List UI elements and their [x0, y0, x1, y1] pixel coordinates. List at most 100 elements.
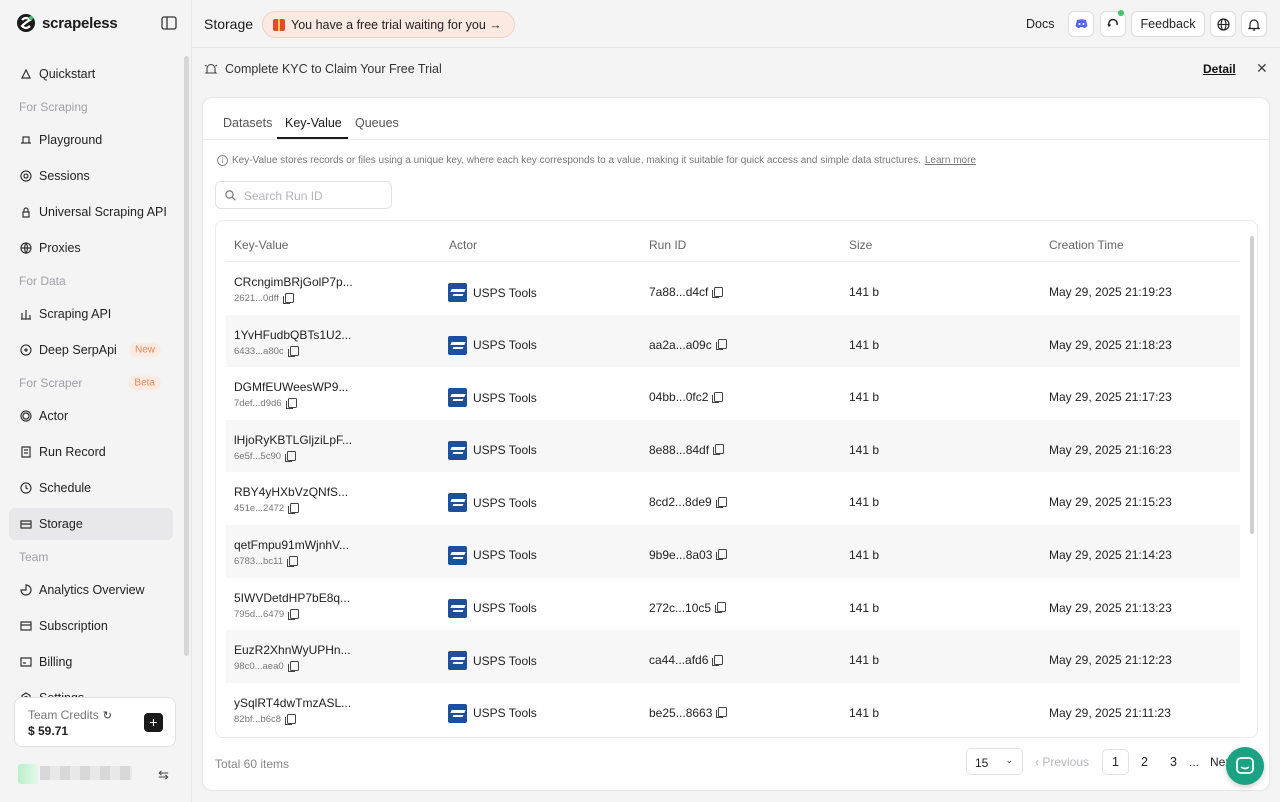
sidebar-item-run-record[interactable]: Run Record	[9, 436, 173, 468]
close-icon[interactable]: ✕	[1256, 60, 1268, 77]
sidebar-item-deep-serpapi[interactable]: Deep SerpApi New	[9, 334, 173, 366]
copy-icon[interactable]	[715, 339, 727, 351]
key-value-id: 2621...0dff	[234, 293, 294, 304]
switch-team-icon[interactable]: ⇆	[158, 767, 169, 783]
notifications-button[interactable]	[1241, 11, 1267, 37]
refresh-icon[interactable]: ↻	[103, 709, 112, 722]
copy-icon[interactable]	[285, 450, 297, 462]
run-id-text: 272c...10c5	[649, 600, 712, 615]
sidebar-item-subscription[interactable]: Subscription	[9, 610, 173, 642]
table-row[interactable]: qetFmpu91mWjnhV... 6783...bc11 USPS Tools 9…	[226, 524, 1240, 578]
key-value-name[interactable]: 1YvHFudbQBTs1U2...	[234, 328, 351, 342]
column-header-run-id: Run ID	[649, 238, 687, 252]
key-value-name[interactable]: CRcngimBRjGolP7p...	[234, 275, 353, 289]
column-header-size: Size	[849, 238, 873, 252]
copy-icon[interactable]	[288, 503, 300, 515]
copy-icon[interactable]	[716, 707, 728, 719]
sidebar-item-label: Universal Scraping API	[39, 205, 167, 219]
sidebar-item-schedule[interactable]: Schedule	[9, 472, 173, 504]
search-box[interactable]	[215, 181, 392, 209]
page-3-button[interactable]: 3	[1160, 749, 1187, 775]
actor-name: USPS Tools	[473, 390, 537, 405]
sidebar-item-billing[interactable]: Billing	[9, 646, 173, 678]
sidebar-item-analytics-overview[interactable]: Analytics Overview	[9, 574, 173, 606]
brand-name: scrapeless	[42, 14, 118, 32]
tab-datasets[interactable]: Datasets	[223, 116, 272, 130]
page-size-select[interactable]: 15 ⌄	[966, 748, 1023, 775]
key-value-name[interactable]: 5IWVDetdHP7bE8q...	[234, 591, 350, 605]
key-value-name[interactable]: qetFmpu91mWjnhV...	[234, 538, 349, 552]
free-trial-text: You have a free trial waiting for you →	[291, 17, 502, 32]
actor-cell: USPS Tools	[448, 440, 537, 460]
table-scrollbar[interactable]	[1250, 236, 1254, 534]
key-value-id-text: 2621...0dff	[234, 293, 279, 304]
table-row[interactable]: CRcngimBRjGolP7p... 2621...0dff USPS Tools…	[226, 262, 1240, 315]
sidebar-item-scraping-api[interactable]: Scraping API	[9, 298, 173, 330]
usps-logo-icon	[448, 493, 467, 513]
copy-icon[interactable]	[287, 345, 299, 357]
copy-icon[interactable]	[715, 496, 727, 508]
page-1-button[interactable]: 1	[1102, 749, 1129, 775]
copy-icon[interactable]	[288, 608, 300, 620]
add-credits-button[interactable]: +	[144, 713, 163, 732]
search-input[interactable]	[244, 187, 384, 205]
brand-logo[interactable]: scrapeless	[16, 13, 118, 33]
table-row[interactable]: 5IWVDetdHP7bE8q... 795d...6479 USPS Tools 2…	[226, 578, 1240, 631]
copy-icon[interactable]	[286, 555, 298, 567]
kyc-detail-link[interactable]: Detail	[1203, 62, 1236, 76]
key-value-name[interactable]: RBY4yHXbVzQNfS...	[234, 485, 348, 499]
user-profile[interactable]: ⇆	[18, 764, 178, 784]
language-button[interactable]	[1210, 11, 1236, 37]
copy-icon[interactable]	[285, 713, 297, 725]
tab-queues[interactable]: Queues	[355, 116, 399, 130]
key-value-name[interactable]: lHjoRyKBTLGljziLpF...	[234, 433, 352, 447]
sidebar-item-playground[interactable]: Playground	[9, 124, 173, 156]
key-value-name[interactable]: ySqlRT4dwTmzASL...	[234, 696, 351, 710]
table-row[interactable]: lHjoRyKBTLGljziLpF... 6e5f...5c90 USPS Too…	[226, 419, 1240, 473]
free-trial-banner[interactable]: You have a free trial waiting for you →	[262, 11, 515, 38]
sidebar-item-storage[interactable]: Storage	[9, 508, 173, 540]
copy-icon[interactable]	[712, 391, 724, 403]
key-value-name[interactable]: DGMfEUWeesWP9...	[234, 380, 348, 394]
table-row[interactable]: EuzR2XhnWyUPHn... 98c0...aea0 USPS Tools ca…	[226, 630, 1240, 683]
sidebar-item-proxies[interactable]: Proxies	[9, 232, 173, 264]
sidebar-scrollbar[interactable]	[184, 56, 189, 656]
table-row[interactable]: 1YvHFudbQBTs1U2... 6433...a80c USPS Tools a…	[226, 314, 1240, 368]
copy-icon[interactable]	[285, 398, 297, 410]
chat-support-button[interactable]	[1226, 747, 1264, 785]
table-row[interactable]: DGMfEUWeesWP9... 7def...d9d6 USPS Tools 04b…	[226, 367, 1240, 420]
column-header-actor: Actor	[449, 238, 478, 252]
sidebar-item-sessions[interactable]: Sessions	[9, 160, 173, 192]
page-2-button[interactable]: 2	[1131, 749, 1158, 775]
feedback-button[interactable]: Feedback	[1131, 11, 1205, 37]
previous-page-button[interactable]: ‹ Previous	[1035, 755, 1089, 769]
actor-name: USPS Tools	[473, 338, 537, 353]
subscription-icon	[20, 621, 32, 631]
table-row[interactable]: ySqlRT4dwTmzASL... 82bf...b6c8 USPS Tools b…	[226, 683, 1240, 736]
sidebar-item-universal-scraping-api[interactable]: Universal Scraping API	[9, 196, 173, 228]
run-id-text: 7a88...d4cf	[649, 285, 709, 299]
support-button[interactable]	[1100, 10, 1126, 37]
copy-icon[interactable]	[716, 549, 728, 561]
creation-time-cell: May 29, 2025 21:14:23	[1049, 547, 1172, 562]
docs-link[interactable]: Docs	[1026, 17, 1054, 31]
copy-icon[interactable]	[712, 654, 724, 666]
sidebar-toggle-icon[interactable]	[161, 16, 177, 30]
copy-icon[interactable]	[287, 661, 299, 673]
table-row[interactable]: RBY4yHXbVzQNfS... 451e...2472 USPS Tools 8c…	[226, 472, 1240, 525]
tab-key-value[interactable]: Key-Value	[285, 116, 342, 130]
run-id-text: 04bb...0fc2	[649, 390, 709, 405]
discord-button[interactable]	[1068, 11, 1094, 37]
run-id-cell: 04bb...0fc2	[649, 390, 724, 405]
learn-more-link[interactable]: Learn more	[925, 155, 976, 166]
sidebar-item-actor[interactable]: Actor	[9, 400, 173, 432]
total-items: Total 60 items	[215, 757, 290, 771]
copy-icon[interactable]	[713, 444, 725, 456]
sidebar-item-quickstart[interactable]: Quickstart	[9, 58, 173, 90]
storage-icon	[20, 520, 32, 529]
copy-icon[interactable]	[715, 602, 727, 614]
key-value-name[interactable]: EuzR2XhnWyUPHn...	[234, 643, 351, 657]
info-description: i Key-Value stores records or files usin…	[217, 155, 976, 166]
copy-icon[interactable]	[282, 293, 294, 304]
copy-icon[interactable]	[712, 286, 724, 298]
